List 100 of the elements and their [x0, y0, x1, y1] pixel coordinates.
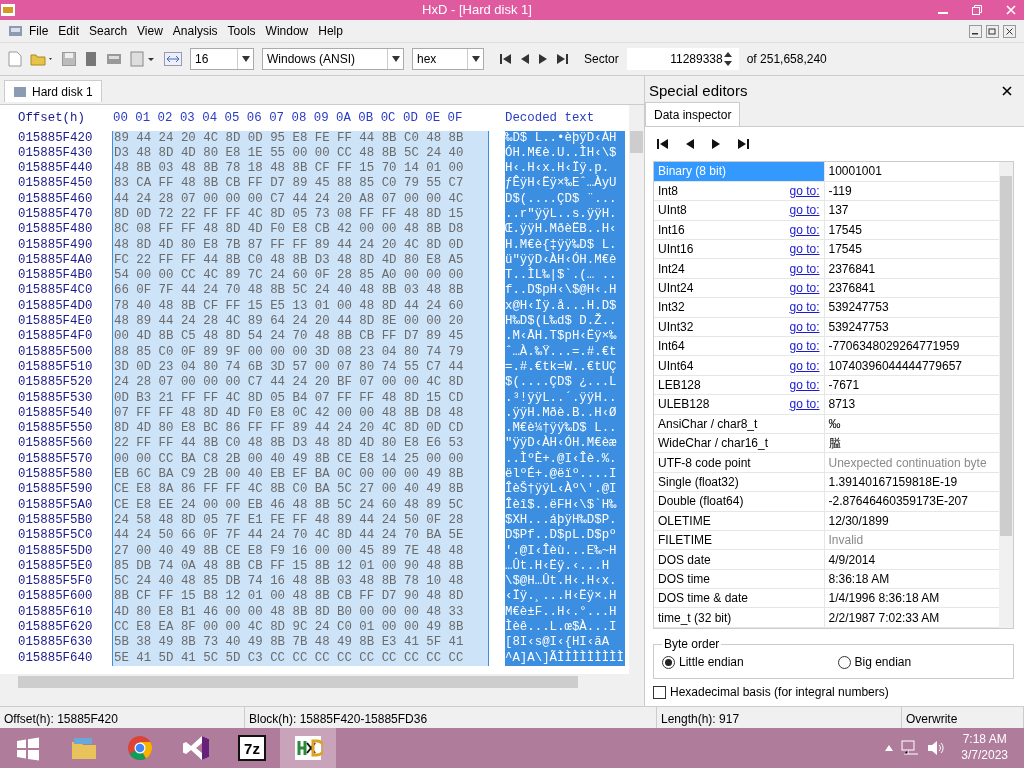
previous-sector-icon[interactable] [520, 53, 530, 65]
decoded-text-row[interactable]: .M‹ÅH.T$pH‹Ëÿ×‰ [505, 329, 625, 345]
hex-row[interactable]: 8B CF FF 15 B8 12 01 00 48 8B CB FF D7 90 48 8D [112, 589, 489, 605]
taskbar-app[interactable] [280, 728, 336, 768]
hex-row[interactable]: 54 00 00 CC 4C 89 7C 24 60 0F 28 85 A0 00 00 00 [112, 268, 489, 284]
hex-row[interactable]: 48 8B 03 48 8B 78 18 48 8B CF FF 15 70 14 01 00 [112, 161, 489, 177]
app-menu-icon[interactable] [8, 23, 24, 39]
next-icon[interactable] [711, 138, 721, 150]
hex-row[interactable]: 00 4D 8B C5 48 8D 54 24 70 48 8B CB FF D7 89 45 [112, 329, 489, 345]
hex-row[interactable]: 5B 38 49 8B 73 40 49 8B 7B 48 49 8B E3 41 5F 41 [112, 635, 489, 651]
field-label[interactable]: Int16 go to: [654, 220, 824, 240]
next-sector-icon[interactable] [538, 53, 548, 65]
decoded-text-row[interactable]: Ìèê...L.œ$À...I [505, 620, 625, 636]
field-label[interactable]: DOS time & date [654, 588, 824, 608]
inspector-scrollbar[interactable] [999, 162, 1013, 628]
hex-row[interactable]: 48 89 44 24 28 4C 89 64 24 20 44 8D 8E 00 00 20 [112, 314, 489, 330]
menu-item[interactable]: Window [260, 20, 314, 42]
open-folder-icon[interactable] [30, 51, 54, 67]
tray-arrow-icon[interactable] [885, 745, 894, 751]
horizontal-scrollbar[interactable] [0, 673, 644, 690]
decoded-text-row[interactable]: Œ.ÿÿH.MðèËB..H‹ [505, 222, 625, 238]
field-label[interactable]: Int64 go to: [654, 336, 824, 356]
decoded-text-row[interactable]: ‹Ïÿ.¸...H‹Ëÿ×.H [505, 589, 625, 605]
decoded-text-row[interactable]: ‰D$ L..•èþÿD‹ÀH [505, 130, 625, 146]
go-to-link[interactable]: go to: [789, 298, 820, 317]
field-label[interactable]: ULEB128 go to: [654, 394, 824, 415]
document-tab[interactable]: Hard disk 1 [4, 80, 102, 102]
radio-button[interactable] [662, 655, 675, 669]
radio-label[interactable]: Little endian [679, 653, 744, 671]
last-icon[interactable] [737, 138, 749, 150]
hex-row[interactable]: CE E8 8A 86 FF FF 4C 8B C0 BA 5C 27 00 40 49 8B [112, 482, 489, 498]
restore-icon[interactable] [972, 5, 982, 15]
go-to-link[interactable]: go to: [789, 279, 820, 298]
charset-dropdown[interactable]: Windows (ANSI) [262, 48, 404, 70]
go-to-link[interactable]: go to: [789, 337, 820, 356]
decoded-text-row[interactable]: \$@H…Ût.H‹.H‹x. [505, 574, 625, 590]
clock-time[interactable]: 7:18 AM [961, 732, 1008, 748]
decoded-text-row[interactable]: $(....ÇD$ ¿...L [505, 375, 625, 391]
vertical-scrollbar[interactable] [629, 104, 644, 674]
field-label[interactable]: UInt32 go to: [654, 317, 824, 337]
go-to-link[interactable]: go to: [789, 240, 820, 259]
hex-row[interactable]: 66 0F 7F 44 24 70 48 8B 5C 24 40 48 8B 03 48 8B [112, 283, 489, 299]
decoded-text-row[interactable]: f..D$pH‹\$@H‹.H [505, 283, 625, 299]
close-icon[interactable] [1002, 86, 1012, 96]
go-to-link[interactable]: go to: [789, 376, 820, 394]
hex-row[interactable]: CC E8 EA 8F 00 00 4C 8D 9C 24 C0 01 00 00 49 8B [112, 620, 489, 636]
hex-row[interactable]: 8D 4D 80 E8 BC 86 FF FF 89 44 24 20 4C 8D 0D CD [112, 421, 489, 437]
menu-item[interactable]: File [24, 20, 54, 42]
go-to-link[interactable]: go to: [789, 259, 820, 278]
radio-label[interactable]: Big endian [854, 653, 912, 671]
menu-item[interactable]: Edit [53, 20, 85, 42]
document-dropdown-icon[interactable] [130, 51, 156, 67]
display-mode-dropdown[interactable]: hex [412, 48, 484, 70]
field-label[interactable]: UInt8 go to: [654, 200, 824, 221]
field-label[interactable]: UInt16 go to: [654, 239, 824, 259]
hex-row[interactable]: 5C 24 40 48 85 DB 74 16 48 8B 03 48 8B 78 10 48 [112, 574, 489, 590]
save-icon[interactable] [62, 52, 76, 66]
first-icon[interactable] [657, 138, 669, 150]
spin-buttons-icon[interactable] [722, 50, 733, 68]
hex-row[interactable]: EB 6C BA C9 2B 00 40 EB EF BA 0C 00 00 00 49 8B [112, 467, 489, 483]
menu-item[interactable]: View [132, 20, 168, 42]
checkbox-label[interactable]: Hexadecimal basis (for integral numbers) [670, 683, 889, 701]
field-label[interactable]: Int32 go to: [654, 297, 824, 318]
hex-row[interactable]: 24 28 07 00 00 00 C7 44 24 20 BF 07 00 00 4C 8D [112, 375, 489, 391]
sector-field[interactable]: 11289338 [626, 48, 739, 70]
decoded-text-row[interactable]: T..ÌL‰|$`.(… .. [505, 268, 625, 284]
decoded-text-row[interactable]: H‰D$(L‰d$ D.Ž.. [505, 314, 625, 330]
go-to-link[interactable]: go to: [789, 356, 820, 375]
menu-item[interactable]: Analysis [167, 20, 223, 42]
mdi-close-icon[interactable] [1003, 24, 1016, 38]
field-label[interactable]: UInt24 go to: [654, 278, 824, 298]
network-icon[interactable] [901, 740, 920, 756]
previous-icon[interactable] [685, 138, 695, 150]
speaker-icon[interactable] [927, 740, 946, 756]
panel-tab[interactable]: Data inspector [645, 102, 741, 126]
decoded-text-row[interactable]: ÎèŠ†ÿÿL‹Àº\'.@I [505, 482, 625, 498]
go-to-link[interactable]: go to: [789, 317, 820, 336]
go-to-link[interactable]: go to: [789, 201, 820, 220]
mdi-minimize-icon[interactable] [969, 24, 982, 38]
field-label[interactable]: OLETIME [654, 511, 824, 531]
go-to-link[interactable]: go to: [789, 395, 820, 414]
decoded-text-row[interactable]: [8I‹s@I‹{HI‹ãA [505, 635, 625, 651]
menu-item[interactable]: Help [313, 20, 348, 42]
clock-date[interactable]: 3/7/2023 [961, 748, 1008, 764]
hex-row[interactable]: 44 24 50 66 0F 7F 44 24 70 4C 8D 44 24 70 BA 5E [112, 528, 489, 544]
field-label[interactable]: Double (float64) [654, 491, 824, 512]
decoded-text-row[interactable]: ^A]A\]ÃÌÌÌÌÌÌÌÌÌ [505, 650, 625, 666]
menu-item[interactable]: Search [84, 20, 133, 42]
field-label[interactable]: time_t (32 bit) [654, 608, 824, 628]
radio-button[interactable] [837, 655, 851, 669]
field-label[interactable]: FILETIME [654, 530, 824, 550]
checkbox[interactable] [653, 685, 666, 699]
go-to-link[interactable]: go to: [789, 182, 820, 201]
decoded-text-row[interactable]: D$Pf..D$pL.D$pº [505, 528, 625, 544]
bytes-per-row-dropdown[interactable]: 16 [190, 48, 254, 70]
hex-row[interactable]: 89 44 24 20 4C 8D 0D 95 E8 FE FF 44 8B C0 48 8B [112, 130, 489, 146]
field-label[interactable]: LEB128 go to: [654, 375, 824, 395]
field-label[interactable]: UTF-8 code point [654, 452, 824, 473]
decoded-text-row[interactable]: "ÿÿD‹ÀH‹ÓH.M€èæ [505, 436, 625, 452]
hex-row[interactable]: 22 FF FF 44 8B C0 48 8B D3 48 8D 4D 80 E8 E6 53 [112, 436, 489, 452]
